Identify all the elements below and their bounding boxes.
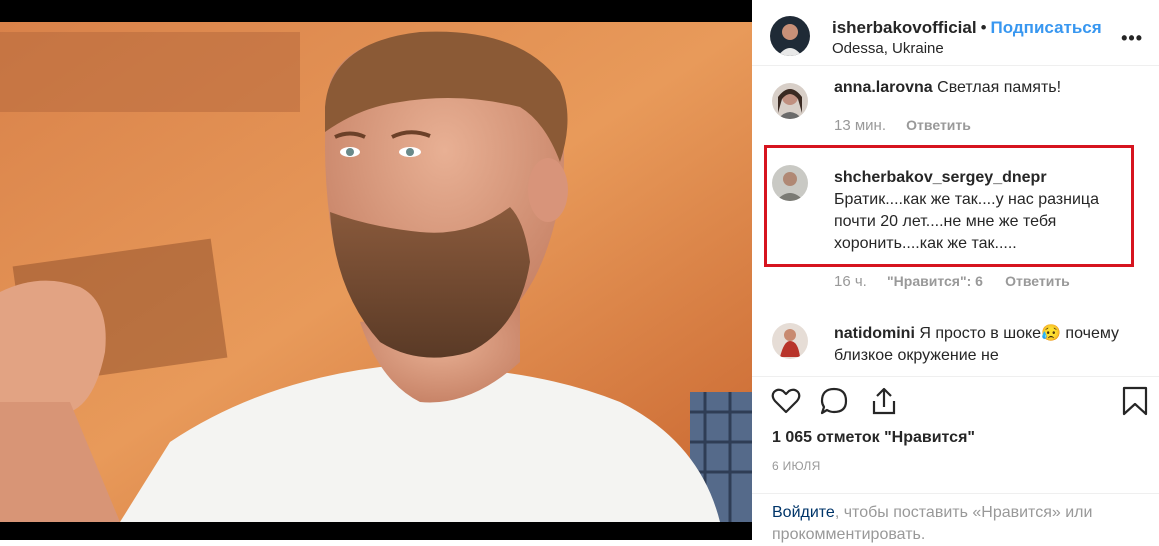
- post-location[interactable]: Odessa, Ukraine: [832, 40, 944, 57]
- post-header: isherbakovofficial • Подписаться Odessa, U…: [752, 0, 1159, 66]
- comment-likes[interactable]: "Нравится": 6: [887, 273, 983, 289]
- separator-dot: •: [980, 18, 987, 37]
- comments-list[interactable]: anna.larovna Светлая память! 13 мин. Отв…: [752, 67, 1159, 376]
- photo-image: [0, 22, 752, 522]
- bookmark-icon[interactable]: [1120, 385, 1150, 417]
- post-actions: 1 065 отметок "Нравится" 6 ИЮЛЯ Войдите,…: [752, 376, 1159, 543]
- commenter-avatar[interactable]: [772, 83, 808, 119]
- comment-username[interactable]: anna.larovna: [834, 79, 933, 96]
- reply-button[interactable]: Ответить: [1005, 273, 1070, 289]
- comment-body: anna.larovna Светлая память!: [834, 77, 1134, 99]
- post-photo[interactable]: [0, 22, 752, 522]
- likes-count[interactable]: 1 065 отметок "Нравится": [772, 429, 975, 447]
- comment-body: natidomini Я просто в шоке😥 почему близк…: [834, 323, 1134, 367]
- post-photo-frame: [0, 0, 752, 540]
- comment-item: anna.larovna Светлая память! 13 мин. Отв…: [752, 75, 1159, 145]
- comment-body: shcherbakov_sergey_dnepr Братик....как ж…: [834, 167, 1109, 255]
- comment-meta: 16 ч. "Нравится": 6 Ответить: [834, 273, 1070, 290]
- login-link[interactable]: Войдите: [772, 504, 835, 521]
- more-horizontal-icon[interactable]: •••: [1121, 28, 1143, 49]
- author-line: isherbakovofficial • Подписаться: [832, 18, 1102, 38]
- login-prompt: Войдите, чтобы поставить «Нравится» или …: [752, 493, 1159, 546]
- comment-time[interactable]: 13 мин.: [834, 117, 886, 134]
- comment-username[interactable]: shcherbakov_sergey_dnepr: [834, 167, 1109, 189]
- follow-button[interactable]: Подписаться: [991, 18, 1102, 37]
- reply-button[interactable]: Ответить: [906, 117, 971, 133]
- share-icon[interactable]: [868, 385, 900, 417]
- post-date[interactable]: 6 ИЮЛЯ: [772, 459, 821, 473]
- author-avatar[interactable]: [770, 16, 810, 56]
- comment-meta: 13 мин. Ответить: [834, 117, 971, 134]
- comment-item-highlighted: shcherbakov_sergey_dnepr Братик....как ж…: [752, 163, 1159, 293]
- author-username[interactable]: isherbakovofficial: [832, 18, 977, 37]
- heart-icon[interactable]: [770, 385, 802, 417]
- post-side-panel: isherbakovofficial • Подписаться Odessa, U…: [752, 0, 1159, 543]
- comment-icon[interactable]: [818, 385, 850, 417]
- comment-text: Братик....как же так....у нас разница по…: [834, 191, 1099, 252]
- comment-text: Светлая память!: [937, 79, 1062, 96]
- commenter-avatar[interactable]: [772, 165, 808, 201]
- comment-item: natidomini Я просто в шоке😥 почему близк…: [752, 319, 1159, 376]
- comment-time[interactable]: 16 ч.: [834, 273, 867, 290]
- commenter-avatar[interactable]: [772, 323, 808, 359]
- comment-username[interactable]: natidomini: [834, 325, 915, 342]
